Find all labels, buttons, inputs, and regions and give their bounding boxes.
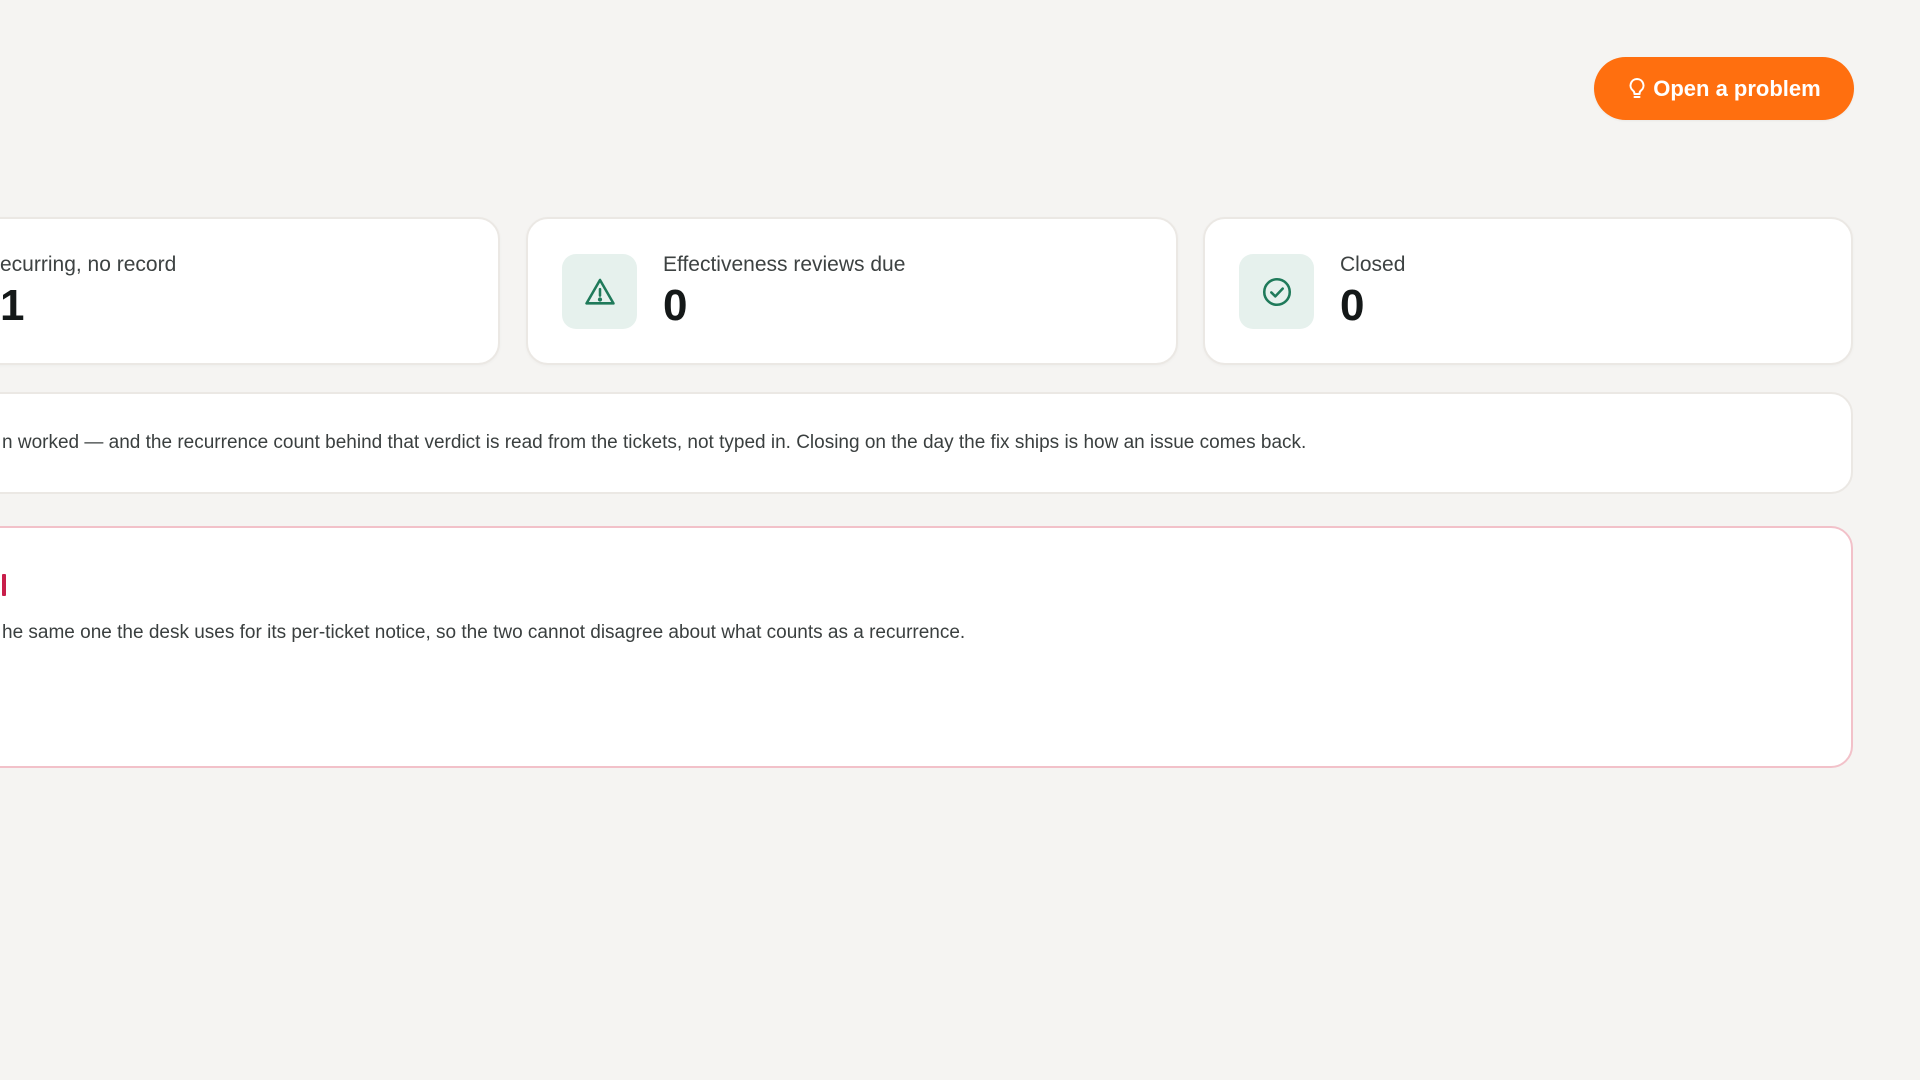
stat-label: ecurring, no record [0, 253, 177, 276]
lightbulb-icon [1627, 77, 1647, 101]
warning-triangle-icon [562, 254, 637, 329]
stat-value: 0 [663, 281, 688, 330]
stat-label: Closed [1340, 253, 1406, 276]
problems-page: Open a problem ecurring, no record 1 Eff… [0, 0, 1920, 1080]
stat-value: 1 [0, 281, 25, 330]
info-banner: n worked — and the recurrence count behi… [0, 392, 1853, 494]
alert-text: he same one the desk uses for its per-ti… [2, 622, 966, 643]
stat-label: Effectiveness reviews due [663, 253, 906, 276]
open-problem-label: Open a problem [1653, 75, 1821, 101]
stat-value: 0 [1340, 281, 1365, 330]
stat-card-effectiveness-reviews: Effectiveness reviews due 0 [526, 217, 1178, 365]
stat-card-recurring: ecurring, no record 1 [0, 217, 500, 365]
alert-accent-bar [2, 574, 6, 596]
open-problem-button[interactable]: Open a problem [1594, 57, 1854, 120]
check-circle-icon [1239, 254, 1314, 329]
stat-card-closed: Closed 0 [1203, 217, 1853, 365]
alert-panel: he same one the desk uses for its per-ti… [0, 526, 1853, 768]
info-text: n worked — and the recurrence count behi… [2, 432, 1307, 453]
